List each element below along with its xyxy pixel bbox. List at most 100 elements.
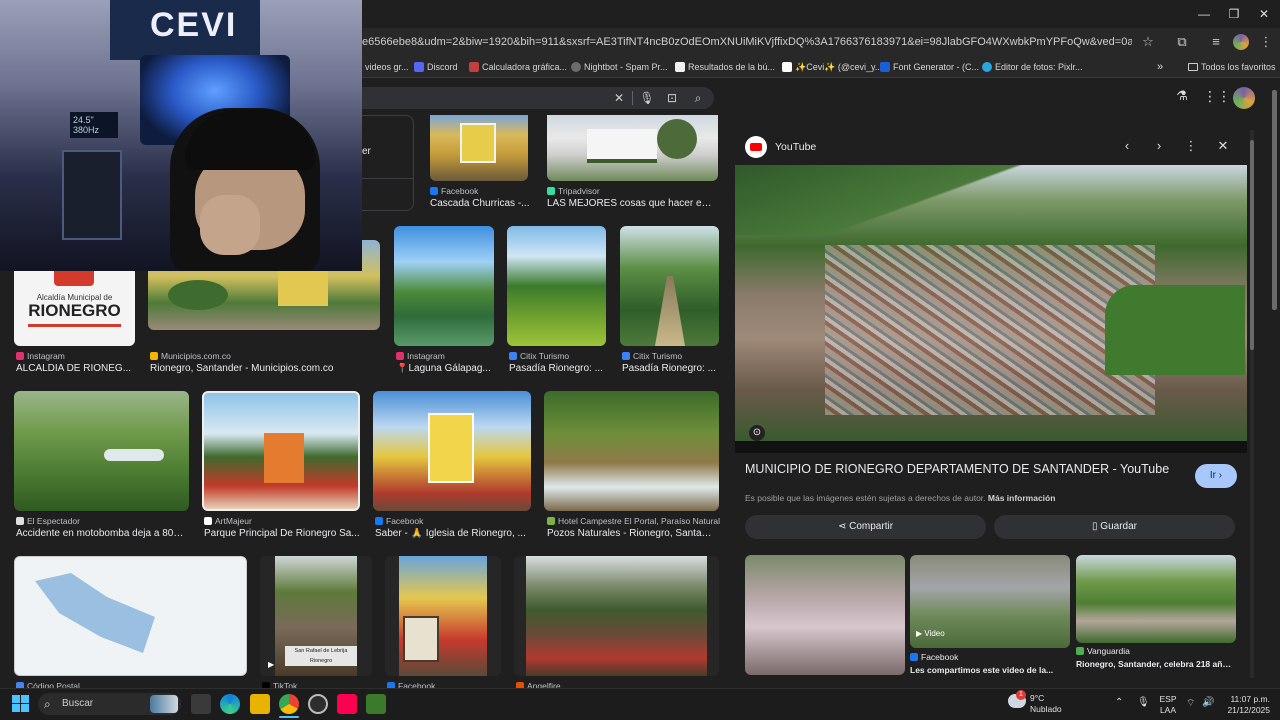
page-scrollbar-thumb[interactable]	[1272, 90, 1277, 310]
clock-time[interactable]: 11:07 p.m.	[1218, 694, 1270, 704]
prev-result-icon[interactable]: ‹	[1118, 138, 1136, 156]
result-caption[interactable]: Pasadía Rionegro: ...	[509, 363, 605, 374]
image-result-iglesia[interactable]	[373, 391, 531, 511]
obs-icon[interactable]	[308, 694, 328, 714]
tiktok-live-icon[interactable]	[337, 694, 357, 714]
close-window-icon[interactable]: ✕	[1249, 4, 1279, 24]
image-result-festival[interactable]	[514, 556, 719, 676]
bookmarks-overflow-icon[interactable]: »	[1157, 58, 1163, 76]
panel-site-name[interactable]: YouTube	[775, 141, 816, 153]
result-caption[interactable]: Saber - 🙏 Iglesia de Rionegro, ...	[375, 528, 531, 539]
related-image-3[interactable]	[1076, 555, 1236, 643]
visit-button[interactable]: Ir ›	[1195, 464, 1237, 488]
sign-line-1: San Rafael de Lebrija	[294, 648, 348, 654]
all-bookmarks[interactable]: Todos los favoritos	[1188, 58, 1276, 76]
microphone-icon[interactable]: 🎙	[1137, 697, 1150, 708]
vanguardia-icon	[1076, 647, 1084, 655]
related-source: Facebook	[910, 652, 958, 662]
image-result-white-church[interactable]	[547, 115, 718, 181]
minecraft-icon[interactable]	[366, 694, 386, 714]
preview-image-aerial-town[interactable]: ⊙	[735, 165, 1247, 453]
image-result-rail[interactable]: San Rafael de Lebrija Rionegro ▶	[260, 556, 372, 676]
close-panel-icon[interactable]: ✕	[1214, 138, 1232, 156]
voice-search-icon[interactable]: 🎙	[638, 89, 656, 107]
related-caption[interactable]: Rionegro, Santander, celebra 218 años ..…	[1076, 659, 1236, 669]
document-icon	[675, 62, 685, 72]
image-result-map[interactable]	[14, 556, 247, 676]
labs-flask-icon[interactable]: ⚗	[1172, 88, 1192, 108]
result-caption[interactable]: LAS MEJORES cosas que hacer en ...	[547, 198, 717, 209]
lens-search-icon[interactable]: ⊡	[663, 89, 681, 107]
image-result-parque[interactable]	[202, 391, 360, 511]
weather-condition[interactable]: Nublado	[1030, 704, 1062, 714]
play-icon: ▶	[268, 660, 275, 669]
bookmark-discord[interactable]: Discord	[414, 58, 458, 76]
bookmark-pixlr[interactable]: Editor de fotos: Pixlr...	[982, 58, 1083, 76]
bookmark-nightbot[interactable]: Nightbot - Spam Pr...	[571, 58, 668, 76]
image-result-pasadia-1[interactable]	[507, 226, 606, 346]
bookmark-resultados[interactable]: Resultados de la bú...	[675, 58, 775, 76]
bookmark-font-generator[interactable]: Font Generator - (C...	[880, 58, 979, 76]
search-icon[interactable]: ⌕	[689, 89, 707, 107]
result-caption[interactable]: Accidente en motobomba deja a 800 ...	[16, 528, 188, 539]
profile-avatar[interactable]	[1233, 34, 1249, 50]
lens-icon[interactable]: ⊙	[749, 425, 765, 441]
bookmark-videos[interactable]: videos gr...	[365, 58, 409, 76]
result-caption[interactable]: Cascada Churricas -...	[430, 198, 530, 209]
result-source: Tripadvisor	[547, 186, 600, 196]
browser-menu-icon[interactable]: ⋮	[1256, 32, 1276, 52]
next-result-icon[interactable]: ›	[1150, 138, 1168, 156]
more-info-link[interactable]: Más información	[988, 493, 1056, 503]
extensions-icon[interactable]: ⧉	[1172, 32, 1192, 52]
keyboard-layout[interactable]: LAA	[1157, 705, 1179, 715]
share-button[interactable]: ⋖ Compartir	[745, 515, 986, 539]
chrome-icon[interactable]	[279, 694, 299, 714]
result-caption[interactable]: Rionegro, Santander - Municipios.com.co	[150, 363, 380, 374]
restore-icon[interactable]: ❐	[1219, 4, 1249, 24]
panel-menu-icon[interactable]: ⋮	[1182, 138, 1200, 156]
file-explorer-icon[interactable]	[250, 694, 270, 714]
bookmark-star-icon[interactable]: ☆	[1138, 32, 1158, 52]
discord-icon	[414, 62, 424, 72]
clear-search-icon[interactable]: ✕	[610, 89, 628, 107]
task-view-icon[interactable]	[191, 694, 211, 714]
related-caption[interactable]: Les compartimos este video de la...	[910, 665, 1070, 675]
wifi-icon[interactable]: ⌔	[1186, 697, 1195, 710]
image-result-pasadia-2[interactable]	[620, 226, 719, 346]
account-avatar[interactable]	[1233, 87, 1255, 109]
panel-scrollbar-thumb[interactable]	[1250, 140, 1254, 350]
search-input[interactable]	[362, 87, 714, 109]
image-result-accidente[interactable]	[14, 391, 189, 511]
result-caption[interactable]: Pasadía Rionegro: ...	[622, 363, 718, 374]
related-search-card[interactable]	[362, 115, 414, 211]
search-highlight-icon	[150, 695, 178, 713]
folder-icon	[1188, 63, 1198, 71]
weather-temp[interactable]: 9°C	[1030, 693, 1044, 703]
edge-icon[interactable]	[220, 694, 240, 714]
bookmark-cevi[interactable]: ✨Cevi✨ (@cevi_y...	[782, 58, 882, 76]
windows-start-icon[interactable]	[12, 695, 30, 713]
volume-icon[interactable]: 🔊	[1202, 697, 1214, 708]
save-button[interactable]: ▯ Guardar	[994, 515, 1235, 539]
language-code[interactable]: ESP	[1157, 694, 1179, 704]
url-field[interactable]: e6566ebe8&udm=2&biw=1920&bih=911&sxsrf=A…	[362, 32, 1132, 52]
media-control-icon[interactable]: ≡	[1206, 32, 1226, 52]
result-caption[interactable]: ALCALDIA DE RIONEG...	[16, 363, 134, 374]
bookmark-label: Resultados de la bú...	[688, 62, 776, 72]
minimize-icon[interactable]: —	[1189, 4, 1219, 24]
apps-grid-icon[interactable]: ⋮⋮	[1203, 88, 1231, 108]
clock-date[interactable]: 21/12/2025	[1218, 705, 1270, 715]
related-image-2[interactable]: ▶ Video	[910, 555, 1070, 648]
bookmark-calculadora[interactable]: Calculadora gráfica...	[469, 58, 567, 76]
result-caption[interactable]: 📍Laguna Gálapag...	[396, 363, 494, 374]
result-caption[interactable]: Pozos Naturales - Rionegro, Santand...	[547, 528, 717, 539]
tray-overflow-icon[interactable]: ⌃	[1115, 697, 1123, 708]
image-result-pozos[interactable]	[544, 391, 719, 511]
taskbar-search-label: Buscar	[62, 698, 94, 709]
result-caption[interactable]: Parque Principal De Rionegro Sa...	[204, 528, 360, 539]
image-result-church-poster[interactable]	[385, 556, 501, 676]
image-result-laguna[interactable]	[394, 226, 494, 346]
image-result-church[interactable]	[430, 115, 528, 181]
related-image-1[interactable]	[745, 555, 905, 675]
panel-title[interactable]: MUNICIPIO DE RIONEGRO DEPARTAMENTO DE SA…	[745, 462, 1185, 476]
